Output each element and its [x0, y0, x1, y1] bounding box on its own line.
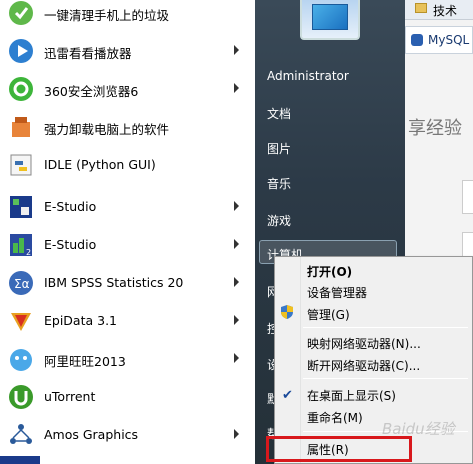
360-browser-icon: [6, 74, 36, 104]
games-link[interactable]: 游戏: [267, 212, 291, 229]
amos-graphics-icon: [6, 420, 36, 450]
program-label: E-Studio: [44, 199, 97, 214]
browser-tab-label[interactable]: 技术: [433, 2, 457, 19]
user-picture-icon[interactable]: [300, 0, 360, 40]
submenu-arrow-icon: [234, 353, 239, 363]
menu-item-map-drive[interactable]: 映射网络驱动器(N)...: [307, 335, 421, 352]
submenu-arrow-icon: [234, 239, 239, 249]
program-item[interactable]: 强力卸载电脑上的软件: [0, 108, 255, 146]
submenu-arrow-icon: [234, 45, 239, 55]
browser-tab-mysql[interactable]: MySQL: [405, 26, 473, 54]
program-label: 迅雷看看播放器: [44, 46, 132, 61]
xunlei-player-icon: [6, 36, 36, 66]
program-item[interactable]: EpiData 3.1: [0, 302, 255, 340]
utorrent-icon: [6, 382, 36, 412]
user-name[interactable]: Administrator: [267, 69, 349, 83]
program-item[interactable]: Σα IBM SPSS Statistics 20: [0, 264, 255, 302]
menu-item-manage[interactable]: 管理(G): [307, 306, 350, 323]
program-item[interactable]: 一键清理手机上的垃圾: [0, 0, 255, 32]
program-item[interactable]: 阿里旺旺2013: [0, 340, 255, 378]
menu-separator: [303, 378, 468, 379]
program-item[interactable]: 2 E-Studio: [0, 226, 255, 264]
program-item[interactable]: uTorrent: [0, 378, 255, 416]
e-studio-icon: [6, 192, 36, 222]
program-label: 360安全浏览器6: [44, 84, 139, 99]
menu-item-disconnect-drive[interactable]: 断开网络驱动器(C)...: [307, 357, 420, 374]
pictures-link[interactable]: 图片: [267, 140, 291, 157]
epidata-icon: [6, 306, 36, 336]
paw-icon: [411, 34, 423, 46]
program-label: IBM SPSS Statistics 20: [44, 275, 184, 290]
program-label: IDLE (Python GUI): [44, 157, 156, 172]
python-idle-icon: [6, 150, 36, 180]
music-link[interactable]: 音乐: [267, 175, 291, 192]
uninstaller-icon: [6, 112, 36, 142]
menu-separator: [303, 327, 468, 328]
aliwangwang-icon: [6, 344, 36, 374]
program-item[interactable]: 360安全浏览器6: [0, 70, 255, 108]
submenu-arrow-icon: [234, 277, 239, 287]
page-heading: 享经验: [408, 118, 462, 139]
svg-text:Σα: Σα: [14, 277, 30, 291]
program-item[interactable]: IDLE (Python GUI): [0, 146, 255, 184]
menu-item-open[interactable]: 打开(O): [307, 263, 352, 280]
submenu-arrow-icon: [234, 429, 239, 439]
uac-shield-icon: [280, 304, 294, 323]
program-label: uTorrent: [44, 389, 96, 404]
start-menu-programs: 一键清理手机上的垃圾 迅雷看看播放器 360安全浏览器6 强力卸载电脑上的软件 …: [0, 0, 255, 464]
page-input-box[interactable]: [462, 180, 473, 214]
phone-cleaner-icon: [6, 0, 36, 28]
browser-tab-bar: 技术: [405, 0, 473, 20]
menu-item-rename[interactable]: 重命名(M): [307, 409, 363, 426]
program-label: Amos Graphics: [44, 427, 139, 442]
svg-text:2: 2: [26, 248, 31, 257]
submenu-arrow-icon: [234, 83, 239, 93]
menu-item-show-on-desktop[interactable]: 在桌面上显示(S): [307, 387, 396, 404]
program-label: 强力卸载电脑上的软件: [44, 122, 170, 137]
program-item[interactable]: 迅雷看看播放器: [0, 32, 255, 70]
program-item[interactable]: Amos Graphics: [0, 416, 255, 454]
program-item[interactable]: E-Studio: [0, 188, 255, 226]
folder-icon: [415, 3, 427, 13]
program-label: 阿里旺旺2013: [44, 354, 126, 369]
documents-link[interactable]: 文档: [267, 105, 291, 122]
submenu-arrow-icon: [234, 315, 239, 325]
program-label: 一键清理手机上的垃圾: [44, 8, 170, 23]
menu-gutter: [300, 257, 301, 463]
watermark: Baidu经验: [382, 420, 455, 438]
highlight-box: [266, 436, 412, 462]
program-label: EpiData 3.1: [44, 313, 118, 328]
checkmark-icon: ✔: [282, 388, 293, 403]
e-studio-2-icon: 2: [6, 230, 36, 260]
scroll-stub: [0, 456, 40, 464]
spss-icon: Σα: [6, 268, 36, 298]
program-label: E-Studio: [44, 237, 97, 252]
submenu-arrow-icon: [234, 201, 239, 211]
menu-item-device-manager[interactable]: 设备管理器: [307, 284, 367, 301]
browser-tab-mysql-label: MySQL: [428, 33, 470, 47]
